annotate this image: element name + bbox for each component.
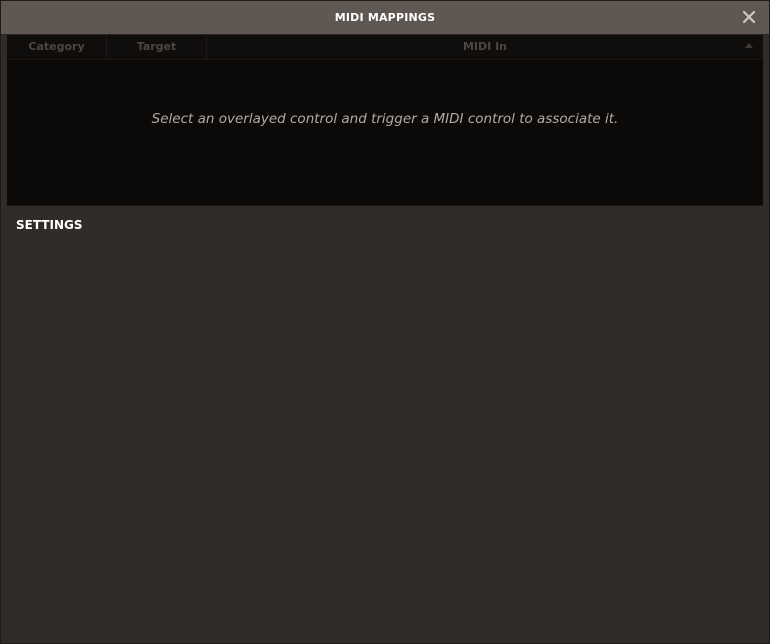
midi-mappings-dialog: MIDI MAPPINGS Category Target MIDI In Se… — [0, 0, 770, 644]
sort-ascending-icon — [745, 43, 753, 48]
close-icon — [742, 10, 756, 24]
dialog-titlebar[interactable]: MIDI MAPPINGS — [1, 1, 769, 35]
column-header-target[interactable]: Target — [107, 35, 207, 59]
settings-section: SETTINGS — [7, 206, 763, 638]
dialog-title: MIDI MAPPINGS — [334, 11, 436, 24]
empty-table-message: Select an overlayed control and trigger … — [151, 111, 619, 127]
midi-mapping-table: Category Target MIDI In Select an overla… — [7, 35, 763, 206]
column-header-category[interactable]: Category — [7, 35, 107, 59]
table-header: Category Target MIDI In — [7, 35, 763, 60]
settings-title: SETTINGS — [16, 218, 83, 232]
column-header-midi-in-label: MIDI In — [462, 40, 508, 53]
close-button[interactable] — [741, 9, 757, 25]
column-header-midi-in[interactable]: MIDI In — [207, 35, 763, 59]
